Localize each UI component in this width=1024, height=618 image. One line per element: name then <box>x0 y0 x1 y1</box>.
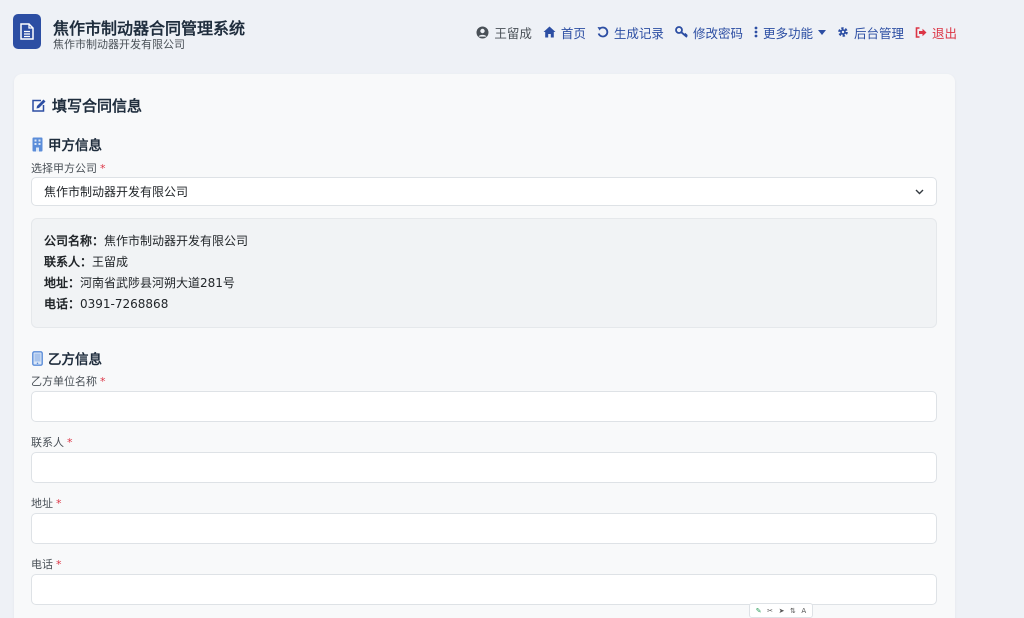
party-a-company-selected: 焦作市制动器开发有限公司 <box>44 185 189 199</box>
sign-out-icon <box>915 26 927 38</box>
nav-history-label: 生成记录 <box>613 25 664 41</box>
party-a-select-label-text: 选择甲方公司 <box>31 162 97 175</box>
nav-change-password-link[interactable]: 修改密码 <box>675 23 743 42</box>
building-icon <box>32 137 43 151</box>
tablet-icon <box>32 350 43 366</box>
nav-more-label: 更多功能 <box>762 25 813 41</box>
app-logo-icon <box>13 14 41 49</box>
required-mark: * <box>100 162 106 175</box>
gear-icon <box>838 27 848 37</box>
party-b-section-label: 乙方信息 <box>48 352 102 368</box>
party-a-contact: 联系人：王留成 <box>44 255 129 269</box>
required-mark: * <box>56 497 62 510</box>
toolbar-pen-icon[interactable]: ✎ <box>756 607 762 615</box>
nav-user[interactable]: 王留成 <box>476 23 532 42</box>
nav-history-link[interactable]: 生成记录 <box>597 23 664 42</box>
nav-logout-link[interactable]: 退出 <box>915 23 957 42</box>
nav-home-link[interactable]: 首页 <box>543 23 586 42</box>
edit-icon <box>32 99 46 112</box>
party-a-info-box: 公司名称：焦作市制动器开发有限公司 联系人：王留成 地址：河南省武陟县河朔大道2… <box>31 218 937 328</box>
user-circle-icon <box>476 26 489 38</box>
top-header: 焦作市制动器合同管理系统 焦作市制动器开发有限公司 王留成 首页 生成记录 修改… <box>0 0 1024 64</box>
party-a-phone: 电话：0391-7268868 <box>44 297 169 311</box>
party-b-address-input[interactable] <box>31 513 937 544</box>
toolbar-mic-icon[interactable]: ✂ <box>767 607 773 615</box>
party-b-phone-input[interactable] <box>31 574 937 605</box>
vertical-dots-icon <box>754 26 758 38</box>
toolbar-translate-icon[interactable]: ⇅ <box>790 607 796 615</box>
party-b-contact-label: 联系人 * <box>31 434 73 450</box>
party-a-section-label: 甲方信息 <box>48 138 102 154</box>
party-b-phone-label: 电话 * <box>31 556 62 572</box>
history-icon <box>597 26 609 38</box>
nav-more-dropdown[interactable]: 更多功能 <box>754 23 826 42</box>
app-subtitle: 焦作市制动器开发有限公司 <box>53 38 185 51</box>
nav-admin-link[interactable]: 后台管理 <box>837 23 904 42</box>
nav-change-password-label: 修改密码 <box>692 25 743 41</box>
party-a-address: 地址：河南省武陟县河朔大道281号 <box>44 276 235 290</box>
top-nav: 王留成 首页 生成记录 修改密码 更多功能 后台管理 退出 <box>476 23 957 41</box>
party-b-name-input[interactable] <box>31 391 937 422</box>
party-a-company-select[interactable]: 焦作市制动器开发有限公司 <box>31 177 937 206</box>
required-mark: * <box>100 375 106 388</box>
party-b-address-label-text: 地址 <box>31 497 53 510</box>
form-title: 填写合同信息 <box>32 95 142 116</box>
party-b-name-label: 乙方单位名称 * <box>31 373 106 389</box>
floating-toolbar: ✎ ✂ ➤ ⇅ A <box>749 603 813 618</box>
toolbar-send-icon[interactable]: ➤ <box>779 607 785 615</box>
home-icon <box>543 26 556 38</box>
nav-logout-label: 退出 <box>931 25 957 41</box>
party-b-name-label-text: 乙方单位名称 <box>31 375 97 388</box>
party-b-section-title: 乙方信息 <box>32 348 102 368</box>
required-mark: * <box>56 558 62 571</box>
nav-admin-label: 后台管理 <box>853 25 904 41</box>
party-a-select-label: 选择甲方公司 * <box>31 160 106 176</box>
party-b-phone-label-text: 电话 <box>31 558 53 571</box>
party-b-contact-label-text: 联系人 <box>31 436 64 449</box>
party-b-address-label: 地址 * <box>31 495 62 511</box>
party-a-company-name: 公司名称：焦作市制动器开发有限公司 <box>44 234 249 248</box>
required-mark: * <box>67 436 73 449</box>
caret-down-icon <box>817 29 826 35</box>
toolbar-ai-icon[interactable]: A <box>801 607 806 615</box>
nav-home-label: 首页 <box>560 25 586 41</box>
party-a-section-title: 甲方信息 <box>32 134 102 154</box>
nav-user-label: 王留成 <box>494 25 532 41</box>
contract-form-card: 填写合同信息 甲方信息 选择甲方公司 * 焦作市制动器开发有限公司 公司名称：焦作… <box>14 74 955 618</box>
chevron-down-icon <box>915 189 924 194</box>
form-title-text: 填写合同信息 <box>52 97 143 115</box>
key-icon <box>675 26 688 38</box>
party-b-contact-input[interactable] <box>31 452 937 483</box>
